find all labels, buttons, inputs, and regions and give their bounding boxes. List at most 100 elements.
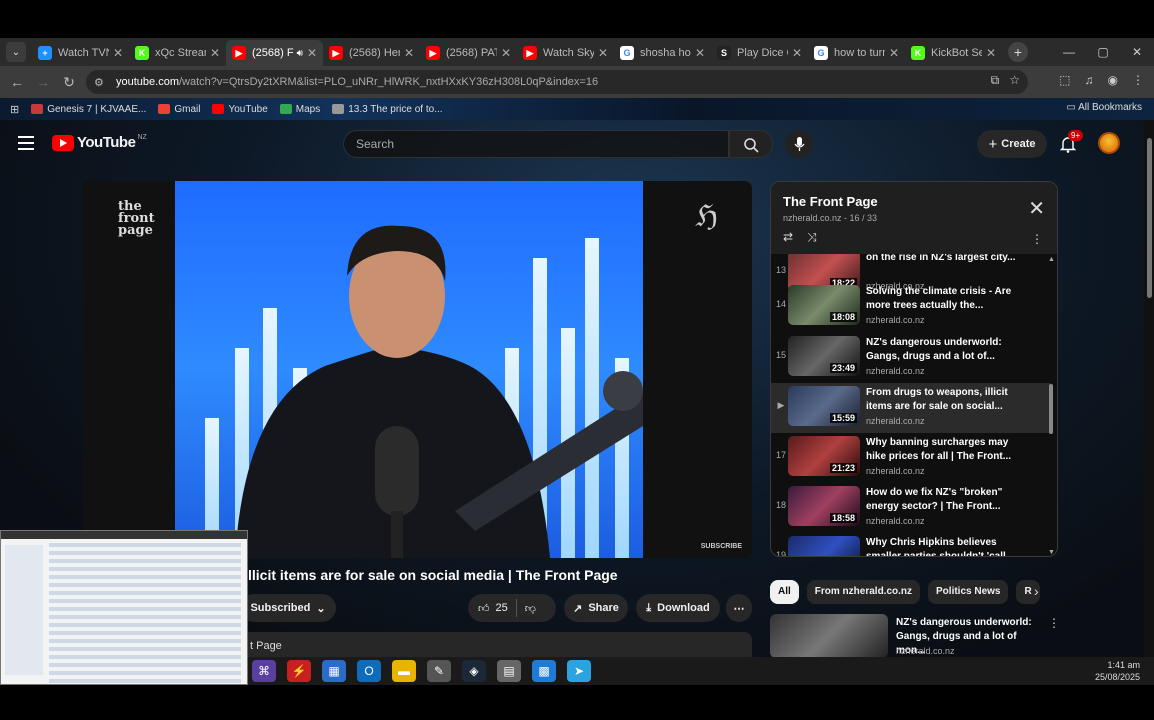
filter-chip[interactable]: Politics News bbox=[928, 580, 1009, 604]
browser-tab[interactable]: ▶ (2568) F 🔊︎ ✕ bbox=[226, 40, 323, 66]
taskbar-app-icon[interactable]: ➤ bbox=[567, 660, 591, 682]
taskbar-app-icon[interactable]: ▬ bbox=[392, 660, 416, 682]
apps-grid-icon[interactable]: ⊞ bbox=[10, 103, 19, 116]
download-button[interactable]: ⤓ Download bbox=[636, 594, 720, 622]
all-bookmarks-button[interactable]: ▭ All Bookmarks bbox=[1066, 102, 1142, 113]
menu-icon[interactable]: ⋮ bbox=[1132, 73, 1144, 87]
tab-close-icon[interactable]: ✕ bbox=[210, 46, 220, 60]
browser-tab[interactable]: ▶ Watch Sky ✕ bbox=[517, 40, 614, 66]
taskbar-app-icon[interactable]: ⌘ bbox=[252, 660, 276, 682]
window-preview-thumbnail[interactable] bbox=[0, 530, 248, 685]
tab-close-icon[interactable]: ✕ bbox=[404, 46, 414, 60]
tab-close-icon[interactable]: ✕ bbox=[792, 46, 802, 60]
page-scroll-thumb[interactable] bbox=[1147, 138, 1152, 298]
bookmark-item[interactable]: Genesis 7 | KJVAAE... bbox=[31, 104, 146, 115]
youtube-logo[interactable]: YouTube NZ bbox=[52, 134, 147, 151]
taskbar-app-icon[interactable]: ⚡ bbox=[287, 660, 311, 682]
tab-close-icon[interactable]: ✕ bbox=[695, 46, 705, 60]
bookmark-item[interactable]: 13.3 The price of to... bbox=[332, 104, 443, 115]
scroll-down-icon[interactable]: ▼ bbox=[1048, 549, 1055, 556]
tab-close-icon[interactable]: ✕ bbox=[986, 46, 996, 60]
playlist-scroll-thumb[interactable] bbox=[1049, 384, 1053, 434]
playlist-title[interactable]: The Front Page bbox=[783, 194, 1057, 209]
hamburger-menu-icon[interactable] bbox=[18, 136, 34, 154]
browser-tab[interactable]: ▶ (2568) PAT ✕ bbox=[420, 40, 517, 66]
forward-icon[interactable]: → bbox=[30, 74, 56, 90]
notifications-button[interactable]: 9+ bbox=[1058, 130, 1084, 154]
loop-icon[interactable]: ⇄ bbox=[783, 230, 793, 245]
taskbar-app-icon[interactable]: ◈ bbox=[462, 660, 486, 682]
bookmark-star-icon[interactable]: ☆ bbox=[1009, 73, 1020, 88]
tab-search-button[interactable]: ⌄ bbox=[6, 42, 26, 62]
like-button[interactable]: 👍︎ 25 bbox=[478, 602, 508, 615]
browser-tab[interactable]: Gshosha ho ✕ bbox=[614, 40, 711, 66]
playlist-item[interactable]: ▶ 15:59 From drugs to weapons, illicit ite… bbox=[771, 383, 1051, 433]
playlist-item[interactable]: 19 Why Chris Hipkins believes smaller par… bbox=[771, 533, 1051, 556]
site-info-icon[interactable]: ⚙ bbox=[94, 76, 110, 89]
close-playlist-icon[interactable]: ✕ bbox=[1028, 196, 1045, 221]
browser-tab[interactable]: S Play Dice C ✕ bbox=[711, 40, 808, 66]
reload-icon[interactable]: ↻ bbox=[56, 74, 82, 91]
playlist-item-thumbnail[interactable]: 21:23 bbox=[788, 436, 860, 476]
tab-close-icon[interactable]: ✕ bbox=[307, 46, 317, 60]
tab-close-icon[interactable]: ✕ bbox=[113, 46, 123, 60]
page-scrollbar[interactable] bbox=[1144, 120, 1154, 657]
playlist-item-thumbnail[interactable]: 15:59 bbox=[788, 386, 860, 426]
taskbar-app-icon[interactable]: ▦ bbox=[322, 660, 346, 682]
playlist-item[interactable]: 14 18:08 Solving the climate crisis - Are … bbox=[771, 282, 1051, 332]
description-box[interactable]: t Page bbox=[240, 632, 752, 657]
more-actions-button[interactable]: ⋯ bbox=[726, 594, 752, 622]
back-icon[interactable]: ← bbox=[4, 74, 30, 90]
search-input[interactable]: Search bbox=[343, 130, 729, 158]
playlist-item[interactable]: 15 23:49 NZ's dangerous underworld: Gangs,… bbox=[771, 333, 1051, 383]
playlist-item[interactable]: 17 21:23 Why banning surcharges may hike p… bbox=[771, 433, 1051, 483]
media-icon[interactable]: ♫ bbox=[1085, 73, 1094, 87]
browser-tab[interactable]: KxQc Stream ✕ bbox=[129, 40, 226, 66]
tab-close-icon[interactable]: ✕ bbox=[889, 46, 899, 60]
browser-tab[interactable]: Ghow to turn ✕ bbox=[808, 40, 905, 66]
playlist-item-thumbnail[interactable] bbox=[788, 536, 860, 556]
filter-chip[interactable]: All bbox=[770, 580, 799, 604]
share-button[interactable]: ↗ Share bbox=[564, 594, 628, 622]
maximize-icon[interactable]: ▢ bbox=[1086, 38, 1120, 66]
recommended-video[interactable]: NZ's dangerous underworld: Gangs, drugs … bbox=[770, 614, 1060, 657]
search-button[interactable] bbox=[729, 130, 773, 158]
close-window-icon[interactable]: ✕ bbox=[1120, 38, 1154, 66]
recommended-thumbnail[interactable] bbox=[770, 614, 888, 657]
playlist-item-thumbnail[interactable]: 23:49 bbox=[788, 336, 860, 376]
taskbar-app-icon[interactable]: ✎ bbox=[427, 660, 451, 682]
extensions-icon[interactable]: ⬚ bbox=[1059, 73, 1070, 87]
shuffle-icon[interactable]: ⤨ bbox=[807, 230, 817, 245]
subscribed-button[interactable]: Subscribed ⌄ bbox=[240, 594, 336, 622]
browser-tab[interactable]: ▶ (2568) Here ✕ bbox=[323, 40, 420, 66]
system-clock[interactable]: 1:41 am 25/08/2025 bbox=[1095, 659, 1140, 683]
chevron-right-icon[interactable]: › bbox=[1034, 583, 1039, 599]
browser-tab[interactable]: + Watch TVN ✕ bbox=[32, 40, 129, 66]
omnibox[interactable]: ⚙ youtube.com/watch?v=QtrsDy2tXRM&list=P… bbox=[86, 70, 1028, 94]
taskbar-app-icon[interactable]: ▩ bbox=[532, 660, 556, 682]
playlist-more-icon[interactable]: ⋮ bbox=[1031, 232, 1043, 246]
recommended-more-icon[interactable]: ⋮ bbox=[1048, 616, 1060, 630]
bookmark-item[interactable]: YouTube bbox=[212, 104, 268, 115]
tab-close-icon[interactable]: ✕ bbox=[501, 46, 511, 60]
filter-chip[interactable]: From nzherald.co.nz bbox=[806, 580, 921, 604]
playlist-item[interactable]: 18 18:58 How do we fix NZ's "broken" energ… bbox=[771, 483, 1051, 533]
tab-audio-icon[interactable]: 🔊︎ bbox=[297, 48, 303, 59]
video-player[interactable]: the front page ℌ SUBSCRIBE bbox=[83, 181, 752, 558]
bookmark-item[interactable]: Maps bbox=[279, 104, 320, 115]
voice-search-button[interactable] bbox=[785, 130, 813, 158]
profile-icon[interactable]: ◉ bbox=[1108, 73, 1118, 87]
taskbar-app-icon[interactable]: O bbox=[357, 660, 381, 682]
playlist-scrollbar[interactable]: ▲ ▼ bbox=[1048, 254, 1055, 556]
install-app-icon[interactable]: ⧉ bbox=[991, 73, 1000, 88]
playlist-item-thumbnail[interactable]: 18:58 bbox=[788, 486, 860, 526]
create-button[interactable]: + Create bbox=[977, 130, 1047, 158]
account-avatar[interactable] bbox=[1098, 132, 1120, 154]
minimize-icon[interactable]: — bbox=[1052, 38, 1086, 66]
new-tab-button[interactable]: + bbox=[1008, 42, 1028, 62]
bookmark-item[interactable]: Gmail bbox=[158, 104, 200, 115]
browser-tab[interactable]: K KickBot Set ✕ bbox=[905, 40, 1002, 66]
recommended-channel[interactable]: nzherald.co.nz bbox=[896, 646, 955, 656]
scroll-up-icon[interactable]: ▲ bbox=[1048, 256, 1055, 263]
taskbar-app-icon[interactable]: ▤ bbox=[497, 660, 521, 682]
